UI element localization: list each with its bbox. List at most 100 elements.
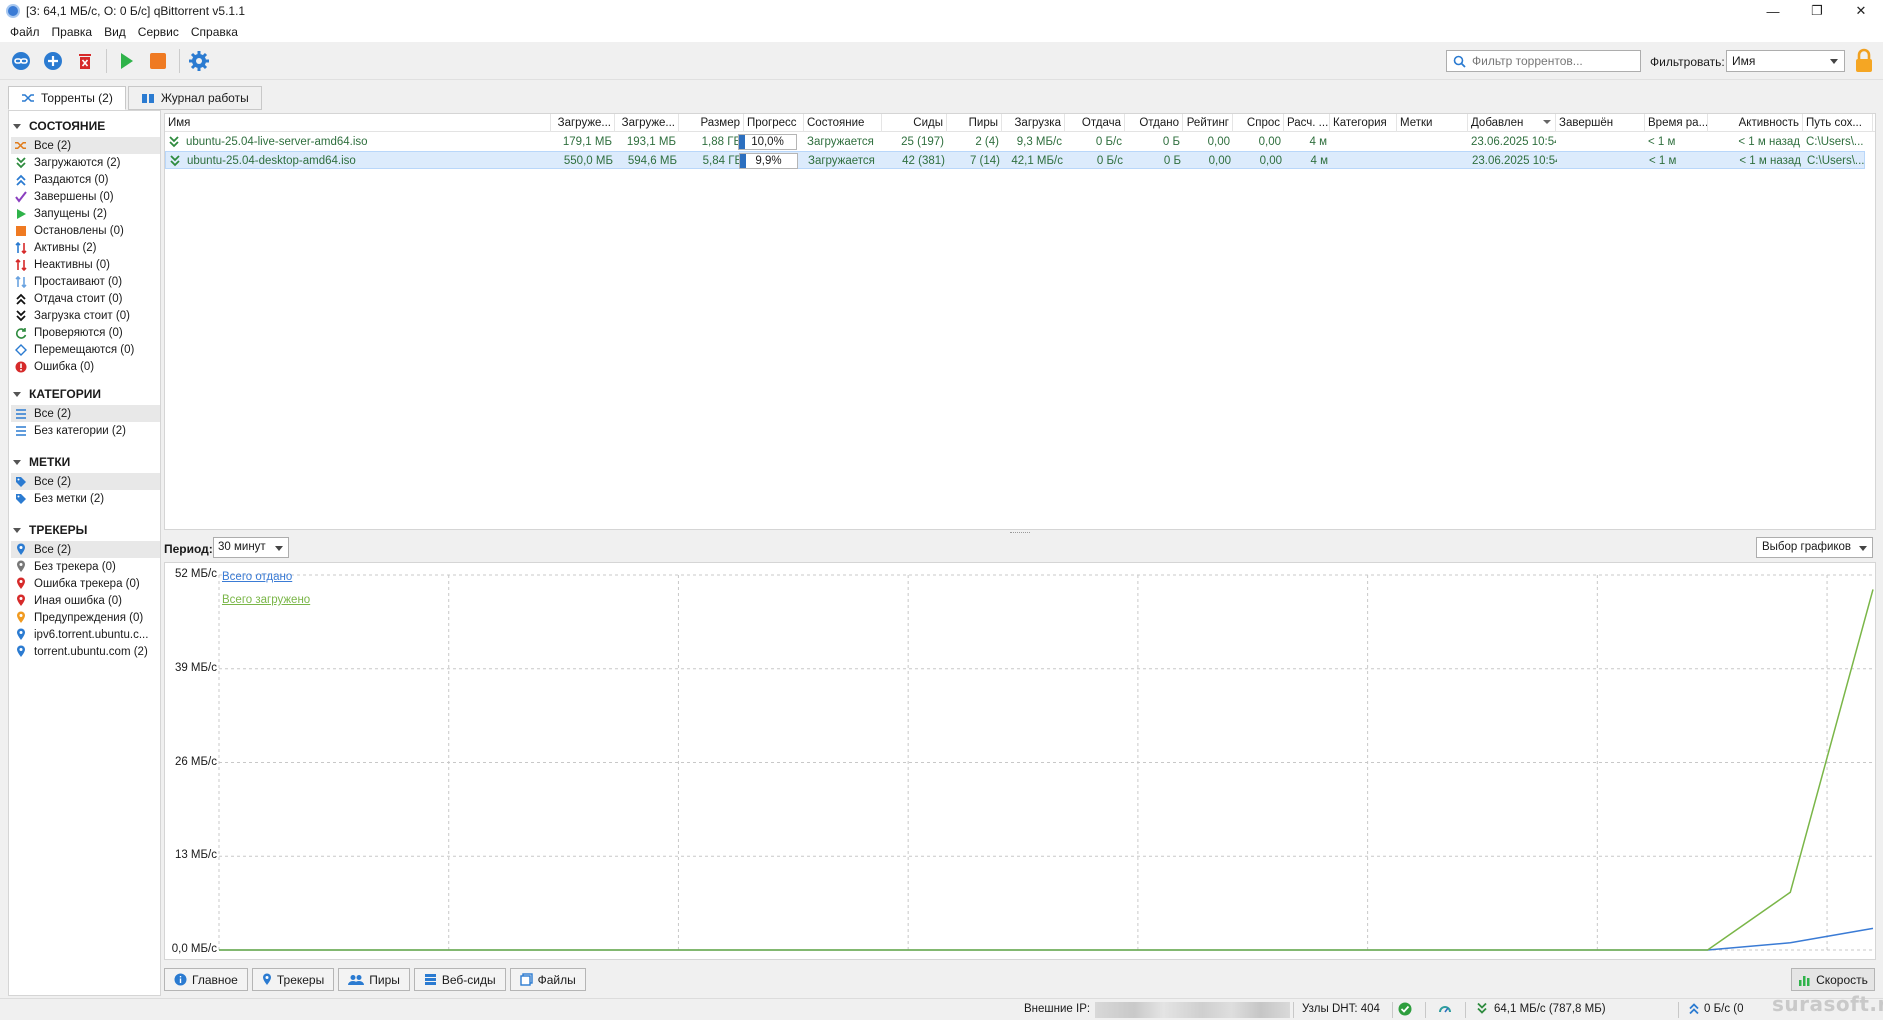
status-stalled-download[interactable]: Загрузка стоит (0) xyxy=(11,307,160,324)
tags-section-header[interactable]: МЕТКИ xyxy=(13,455,70,469)
menu-tools[interactable]: Сервис xyxy=(132,25,185,39)
collapse-arrow-icon xyxy=(13,123,21,129)
status-error[interactable]: Ошибка (0) xyxy=(11,358,160,375)
column-seeds[interactable]: Сиды xyxy=(882,114,947,132)
table-row[interactable]: ubuntu-25.04-live-server-amd64.iso 179,1… xyxy=(165,133,1865,151)
menu-edit[interactable]: Правка xyxy=(46,25,99,39)
tracker-none[interactable]: Без трекера (0) xyxy=(11,558,160,575)
status-downloading[interactable]: Загружаются (2) xyxy=(11,154,160,171)
status-moving[interactable]: Перемещаются (0) xyxy=(11,341,160,358)
column-size[interactable]: Размер xyxy=(679,114,744,132)
tab-log[interactable]: Журнал работы xyxy=(127,86,262,110)
column-upload-speed[interactable]: Отдача xyxy=(1065,114,1125,132)
column-name[interactable]: Имя xyxy=(165,114,551,132)
period-select[interactable]: 30 минут xyxy=(213,537,289,558)
download-icon[interactable] xyxy=(1476,1002,1488,1018)
upload-icon[interactable] xyxy=(1688,1002,1700,1018)
pin-orange-icon xyxy=(14,611,27,624)
column-progress[interactable]: Прогресс xyxy=(744,114,804,132)
tags-section-title: МЕТКИ xyxy=(29,455,71,469)
category-all[interactable]: Все (2) xyxy=(11,405,160,422)
status-seeding[interactable]: Раздаются (0) xyxy=(11,171,160,188)
column-download-speed[interactable]: Загрузка xyxy=(1002,114,1065,132)
tracker-warning[interactable]: Предупреждения (0) xyxy=(11,609,160,626)
connection-ok-icon[interactable] xyxy=(1398,1002,1412,1019)
status-completed[interactable]: Завершены (0) xyxy=(11,188,160,205)
status-running[interactable]: Запущены (2) xyxy=(11,205,160,222)
tab-speed[interactable]: Скорость xyxy=(1791,968,1875,991)
tracker-other-error[interactable]: Иная ошибка (0) xyxy=(11,592,160,609)
start-button[interactable] xyxy=(113,48,139,74)
download-icon xyxy=(170,155,180,167)
status-stalled-upload[interactable]: Отдача стоит (0) xyxy=(11,290,160,307)
series-line-0 xyxy=(219,927,1874,951)
add-link-button[interactable] xyxy=(8,48,34,74)
column-peers[interactable]: Пиры xyxy=(947,114,1002,132)
column-save-path[interactable]: Путь сох... xyxy=(1803,114,1873,132)
column-downloaded[interactable]: Загруже... xyxy=(551,114,615,132)
play-icon xyxy=(121,52,133,69)
menu-file[interactable]: Файл xyxy=(4,25,46,39)
menu-help[interactable]: Справка xyxy=(185,25,244,39)
add-torrent-button[interactable] xyxy=(40,48,66,74)
column-category[interactable]: Категория xyxy=(1330,114,1397,132)
menu-view[interactable]: Вид xyxy=(98,25,132,39)
status-active[interactable]: Активны (2) xyxy=(11,239,160,256)
legend-downloaded[interactable]: Всего загружено xyxy=(222,594,310,606)
column-last-activity[interactable]: Активность xyxy=(1708,114,1803,132)
tracker-ubuntu[interactable]: torrent.ubuntu.com (2) xyxy=(11,643,160,660)
options-button[interactable] xyxy=(186,48,212,74)
column-time-active[interactable]: Время ра... xyxy=(1645,114,1708,132)
upload-speed-cell: 0 Б/с xyxy=(1095,136,1122,148)
categories-section-header[interactable]: КАТЕГОРИИ xyxy=(13,387,101,401)
search-input[interactable]: Фильтр торрентов... xyxy=(1446,50,1641,72)
tab-files[interactable]: Файлы xyxy=(509,968,586,991)
status-inactive[interactable]: Неактивны (0) xyxy=(11,256,160,273)
close-window-button[interactable]: ✕ xyxy=(1839,0,1883,22)
downloaded-cell: 179,1 МБ xyxy=(562,136,612,148)
tab-trackers[interactable]: Трекеры xyxy=(251,968,335,991)
lock-icon[interactable] xyxy=(1853,48,1875,77)
status-stopped[interactable]: Остановлены (0) xyxy=(11,222,160,239)
tab-torrents[interactable]: Торренты (2) xyxy=(8,86,126,110)
status-section-header[interactable]: СОСТОЯНИЕ xyxy=(13,119,105,133)
last-activity-cell: < 1 м назад xyxy=(1739,155,1801,167)
legend-uploaded[interactable]: Всего отдано xyxy=(222,571,292,583)
stop-button[interactable] xyxy=(145,48,171,74)
maximize-button[interactable]: ❐ xyxy=(1795,0,1839,22)
status-all[interactable]: Все (2) xyxy=(11,137,160,154)
splitter-handle[interactable] xyxy=(1010,532,1030,534)
tag-all[interactable]: Все (2) xyxy=(11,473,160,490)
eta-cell: 4 м xyxy=(1309,136,1328,148)
status-stalled[interactable]: Простаивают (0) xyxy=(11,273,160,290)
column-completed[interactable]: Завершён xyxy=(1556,114,1645,132)
table-row[interactable]: ubuntu-25.04-desktop-amd64.iso 550,0 МБ … xyxy=(165,151,1865,169)
tag-none[interactable]: Без метки (2) xyxy=(11,490,160,507)
column-tags[interactable]: Метки xyxy=(1397,114,1468,132)
column-state[interactable]: Состояние xyxy=(804,114,882,132)
tracker-all[interactable]: Все (2) xyxy=(11,541,160,558)
trackers-section-header[interactable]: ТРЕКЕРЫ xyxy=(13,523,87,537)
status-checking[interactable]: Проверяются (0) xyxy=(11,324,160,341)
download-speed-status[interactable]: 64,1 МБ/с (787,8 МБ) xyxy=(1494,1003,1606,1015)
column-ratio[interactable]: Рейтинг xyxy=(1183,114,1233,132)
minimize-button[interactable]: — xyxy=(1751,0,1795,22)
column-availability[interactable]: Спрос xyxy=(1233,114,1284,132)
graphs-select[interactable]: Выбор графиков xyxy=(1756,537,1873,558)
filter-by-select[interactable]: Имя xyxy=(1726,50,1845,72)
downloaded-session-cell: 594,6 МБ xyxy=(627,155,677,167)
tab-peers[interactable]: Пиры xyxy=(338,968,410,991)
tracker-error[interactable]: Ошибка трекера (0) xyxy=(11,575,160,592)
delete-button[interactable] xyxy=(72,48,98,74)
column-uploaded[interactable]: Отдано xyxy=(1125,114,1183,132)
column-added[interactable]: Добавлен xyxy=(1468,114,1556,132)
tab-general[interactable]: Главное xyxy=(164,968,248,991)
speed-limit-icon[interactable] xyxy=(1438,1002,1452,1019)
category-none[interactable]: Без категории (2) xyxy=(11,422,160,439)
tab-web-seeds[interactable]: Веб-сиды xyxy=(413,968,506,991)
upload-speed-status[interactable]: 0 Б/с (0 xyxy=(1704,1003,1744,1015)
column-eta[interactable]: Расч. ... xyxy=(1284,114,1330,132)
tracker-ipv6-ubuntu[interactable]: ipv6.torrent.ubuntu.c... xyxy=(11,626,160,643)
column-downloaded-session[interactable]: Загруже... xyxy=(615,114,679,132)
download-speed-cell: 42,1 МБ/с xyxy=(1011,155,1063,167)
